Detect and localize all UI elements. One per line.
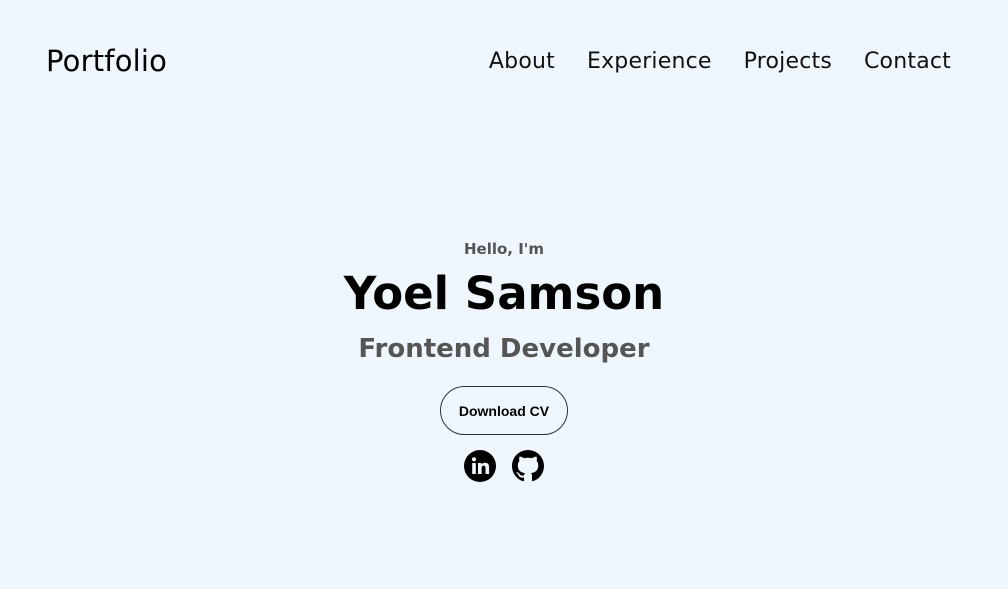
nav-link-contact[interactable]: Contact — [864, 49, 951, 74]
main-nav: About Experience Projects Contact — [489, 49, 951, 74]
page: Portfolio About Experience Projects Cont… — [0, 0, 1008, 589]
nav-item-contact: Contact — [864, 49, 951, 74]
nav-item-about: About — [489, 49, 555, 74]
nav-item-experience: Experience — [587, 49, 712, 74]
nav-item-projects: Projects — [744, 49, 832, 74]
hero-name: Yoel Samson — [343, 267, 665, 320]
download-cv-button[interactable]: Download CV — [440, 386, 568, 435]
hero-section: Hello, I'm Yoel Samson Frontend Develope… — [0, 240, 1008, 482]
hero-role: Frontend Developer — [358, 334, 650, 364]
linkedin-icon[interactable] — [464, 450, 496, 482]
nav-link-about[interactable]: About — [489, 49, 555, 74]
github-icon[interactable] — [512, 450, 544, 482]
hero-greeting: Hello, I'm — [463, 240, 545, 258]
nav-link-projects[interactable]: Projects — [744, 49, 832, 74]
site-logo[interactable]: Portfolio — [46, 44, 167, 78]
social-links — [0, 450, 1008, 482]
nav-link-experience[interactable]: Experience — [587, 49, 712, 74]
